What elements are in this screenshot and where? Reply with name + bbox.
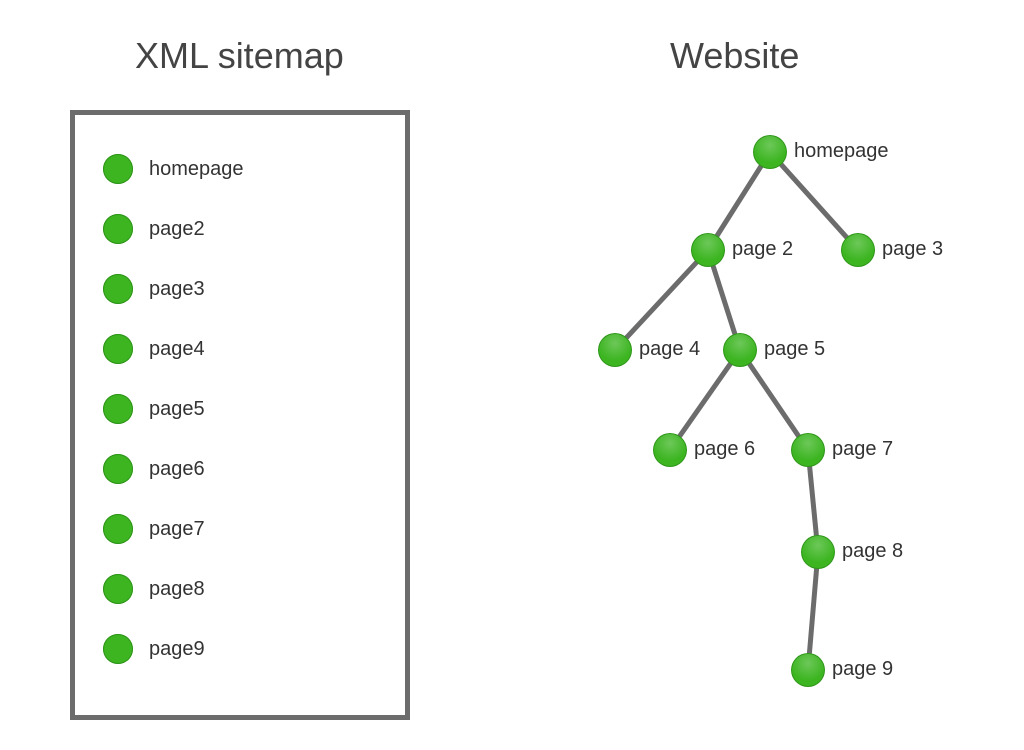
list-item: page4 xyxy=(103,319,405,379)
list-item-label: page5 xyxy=(149,398,205,421)
tree-edge xyxy=(717,166,761,235)
tree-node-page5 xyxy=(723,333,757,367)
tree-edge xyxy=(713,266,735,334)
tree-node-page9 xyxy=(791,653,825,687)
tree-node-label: page 2 xyxy=(732,238,793,261)
list-item: page8 xyxy=(103,559,405,619)
tree-node-page2 xyxy=(691,233,725,267)
dot-icon xyxy=(103,334,133,364)
dot-icon xyxy=(103,154,133,184)
tree-node-label: page 6 xyxy=(694,438,755,461)
tree-node-page7 xyxy=(791,433,825,467)
dot-icon xyxy=(103,574,133,604)
list-item: homepage xyxy=(103,139,405,199)
list-item: page3 xyxy=(103,259,405,319)
website-title: Website xyxy=(670,35,799,77)
tree-edge xyxy=(810,467,817,535)
tree-node-label: homepage xyxy=(794,140,889,163)
list-item-label: page3 xyxy=(149,278,205,301)
tree-node-label: page 4 xyxy=(639,338,700,361)
list-item: page9 xyxy=(103,619,405,679)
list-item: page5 xyxy=(103,379,405,439)
tree-node-label: page 5 xyxy=(764,338,825,361)
dot-icon xyxy=(103,214,133,244)
tree-node-label: page 9 xyxy=(832,658,893,681)
tree-node-homepage xyxy=(753,135,787,169)
list-item-label: page8 xyxy=(149,578,205,601)
tree-node-page8 xyxy=(801,535,835,569)
list-item-label: page9 xyxy=(149,638,205,661)
dot-icon xyxy=(103,394,133,424)
sitemap-panel: homepage page2 page3 page4 page5 page6 xyxy=(70,110,410,720)
tree-edge xyxy=(750,364,799,436)
diagram-stage: XML sitemap Website homepage page2 page3… xyxy=(0,0,1024,750)
list-item-label: page6 xyxy=(149,458,205,481)
website-tree: homepage page 2 page 3 page 4 page 5 page 6 pa… xyxy=(500,110,1004,730)
tree-edge xyxy=(627,262,697,337)
dot-icon xyxy=(103,454,133,484)
dot-icon xyxy=(103,514,133,544)
list-item-label: page4 xyxy=(149,338,205,361)
list-item-label: page2 xyxy=(149,218,205,241)
tree-edge xyxy=(781,165,846,238)
list-item-label: page7 xyxy=(149,518,205,541)
tree-node-page6 xyxy=(653,433,687,467)
dot-icon xyxy=(103,634,133,664)
tree-node-page3 xyxy=(841,233,875,267)
tree-edge xyxy=(680,364,731,436)
tree-node-label: page 3 xyxy=(882,238,943,261)
xml-sitemap-title: XML sitemap xyxy=(135,35,344,77)
list-item: page7 xyxy=(103,499,405,559)
sitemap-list: homepage page2 page3 page4 page5 page6 xyxy=(75,115,405,679)
tree-edge xyxy=(809,569,816,653)
list-item: page6 xyxy=(103,439,405,499)
list-item: page2 xyxy=(103,199,405,259)
tree-node-page4 xyxy=(598,333,632,367)
tree-node-label: page 8 xyxy=(842,540,903,563)
dot-icon xyxy=(103,274,133,304)
tree-edges xyxy=(500,110,1004,730)
list-item-label: homepage xyxy=(149,158,244,181)
tree-node-label: page 7 xyxy=(832,438,893,461)
